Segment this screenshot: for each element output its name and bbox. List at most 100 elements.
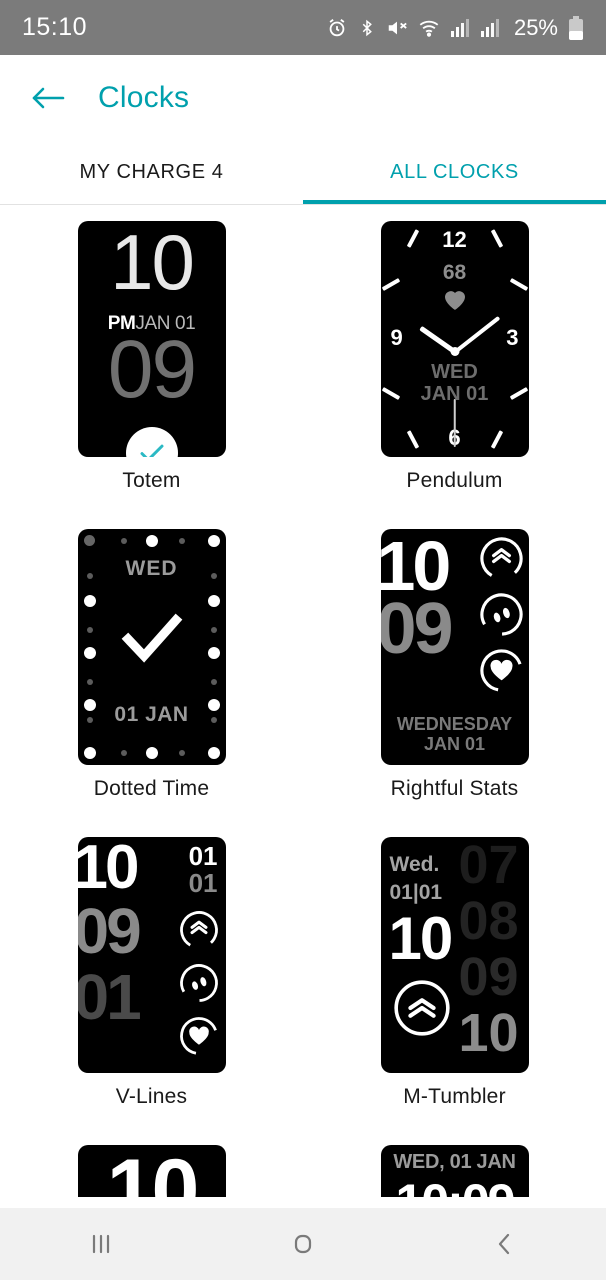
dotted-dot bbox=[83, 647, 96, 659]
dotted-dot bbox=[207, 647, 220, 659]
recent-apps-button[interactable] bbox=[0, 1229, 202, 1259]
dotted-dot bbox=[86, 679, 93, 685]
signal-icon-1 bbox=[450, 18, 470, 38]
clock-label-v-lines: V-Lines bbox=[115, 1085, 188, 1108]
clock-item-pendulum[interactable]: 12 3 6 9 68 WED JAN 01 bbox=[303, 221, 606, 529]
selected-check-badge bbox=[125, 427, 178, 457]
steps-ring-icon bbox=[178, 962, 220, 1009]
dotted-dot bbox=[120, 538, 127, 544]
clock-item-partial-left[interactable]: 10 bbox=[0, 1145, 303, 1197]
vlines-stat-rings bbox=[178, 909, 220, 1062]
android-navigation-bar bbox=[0, 1208, 606, 1280]
rightful-minute: 09 bbox=[380, 589, 454, 669]
pendulum-date-text: JAN 01 bbox=[420, 383, 489, 406]
rightful-date: WEDNESDAY JAN 01 bbox=[381, 714, 529, 755]
vlines-month: 01 bbox=[188, 868, 218, 899]
dotted-dot bbox=[86, 627, 93, 633]
pendulum-numeral-12: 12 bbox=[442, 227, 467, 252]
clock-item-partial-right[interactable]: WED, 01 JAN 10:09 bbox=[303, 1145, 606, 1197]
dotted-dot bbox=[83, 747, 96, 759]
clock-item-v-lines[interactable]: 10 09 01 01 01 V-Lines bbox=[0, 837, 303, 1145]
dotted-dot bbox=[178, 750, 185, 756]
back-button-nav[interactable] bbox=[404, 1229, 606, 1259]
dotted-dot bbox=[210, 679, 217, 685]
clock-item-m-tumbler[interactable]: 07 08 09 10 Wed. 01|01 10 M-Tumbler bbox=[303, 837, 606, 1145]
tab-my-charge-4[interactable]: MY CHARGE 4 bbox=[0, 140, 303, 204]
clock-label-dotted-time: Dotted Time bbox=[93, 777, 210, 800]
home-button[interactable] bbox=[202, 1229, 404, 1259]
status-bar-icons: 25% bbox=[326, 15, 584, 41]
rightful-stat-rings bbox=[478, 535, 525, 699]
dotted-dot bbox=[120, 750, 127, 756]
vlines-second: 01 bbox=[77, 961, 142, 1033]
alarm-icon bbox=[326, 17, 348, 39]
partial-right-time: 10:09 bbox=[381, 1173, 529, 1197]
clock-grid: 10 PMJAN 01 09 Totem 12 3 6 9 bbox=[0, 205, 606, 1197]
clock-label-rightful-stats: Rightful Stats bbox=[390, 777, 519, 800]
pendulum-center-pin bbox=[450, 347, 459, 356]
vlines-day: 01 bbox=[188, 841, 218, 871]
bluetooth-icon bbox=[358, 17, 376, 39]
back-button[interactable] bbox=[24, 74, 72, 122]
clock-preview-dotted-time[interactable]: WED 01 JAN bbox=[77, 529, 226, 765]
pendulum-minute-hand bbox=[453, 315, 500, 354]
wifi-icon bbox=[418, 17, 440, 39]
partial-left-hour: 10 bbox=[106, 1145, 200, 1197]
clock-item-totem[interactable]: 10 PMJAN 01 09 Totem bbox=[0, 221, 303, 529]
pendulum-numeral-9: 9 bbox=[390, 325, 403, 350]
pendulum-numeral-3: 3 bbox=[506, 325, 519, 350]
tab-bar: MY CHARGE 4 ALL CLOCKS bbox=[0, 140, 606, 205]
dotted-dot bbox=[145, 535, 158, 547]
check-icon bbox=[120, 613, 184, 670]
back-arrow-icon bbox=[32, 87, 65, 108]
clock-preview-totem[interactable]: 10 PMJAN 01 09 bbox=[77, 221, 226, 457]
signal-icon-2 bbox=[480, 18, 500, 38]
rightful-day-of-week: WEDNESDAY bbox=[396, 713, 513, 734]
app-bar: Clocks bbox=[0, 55, 606, 140]
clock-label-totem: Totem bbox=[122, 469, 181, 492]
mtumbler-day-of-week: Wed. bbox=[389, 853, 440, 876]
dotted-day-of-week: WED bbox=[125, 557, 178, 580]
pendulum-heart-rate: 68 bbox=[442, 261, 467, 284]
tab-all-clocks[interactable]: ALL CLOCKS bbox=[303, 140, 606, 204]
clock-grid-scroll-area[interactable]: 10 PMJAN 01 09 Totem 12 3 6 9 bbox=[0, 205, 606, 1197]
mtumbler-hour: 10 bbox=[388, 905, 454, 972]
dotted-dot bbox=[207, 595, 220, 607]
vlines-hour: 10 bbox=[77, 837, 140, 902]
tab-active-indicator bbox=[303, 200, 606, 204]
clock-preview-partial-right[interactable]: WED, 01 JAN 10:09 bbox=[380, 1145, 529, 1197]
clock-item-rightful-stats[interactable]: 10 09 WEDNESDAY JAN 01 Rightful Stats bbox=[303, 529, 606, 837]
clock-item-dotted-time[interactable]: WED 01 JAN Dotted Time bbox=[0, 529, 303, 837]
stairs-ring-icon bbox=[391, 977, 453, 1044]
battery-icon bbox=[568, 15, 584, 40]
vlines-minute: 09 bbox=[77, 895, 142, 967]
clock-preview-v-lines[interactable]: 10 09 01 01 01 bbox=[77, 837, 226, 1073]
dotted-dot bbox=[178, 538, 185, 544]
clock-label-pendulum: Pendulum bbox=[406, 469, 503, 492]
back-icon bbox=[498, 1233, 510, 1255]
steps-ring-icon bbox=[478, 591, 525, 643]
clock-preview-rightful-stats[interactable]: 10 09 WEDNESDAY JAN 01 bbox=[380, 529, 529, 765]
pendulum-date: WED JAN 01 bbox=[381, 361, 529, 406]
dotted-dot bbox=[207, 535, 220, 547]
clock-preview-m-tumbler[interactable]: 07 08 09 10 Wed. 01|01 10 bbox=[380, 837, 529, 1073]
page-title: Clocks bbox=[98, 80, 190, 114]
mute-icon bbox=[386, 17, 408, 39]
clock-preview-pendulum[interactable]: 12 3 6 9 68 WED JAN 01 bbox=[380, 221, 529, 457]
mtumbler-col-2: 08 bbox=[458, 891, 519, 952]
dotted-dot bbox=[207, 747, 220, 759]
vlines-date: 01 01 bbox=[188, 841, 218, 899]
dotted-dot bbox=[83, 535, 95, 546]
mtumbler-date: 01|01 bbox=[389, 881, 443, 904]
clock-label-m-tumbler: M-Tumbler bbox=[403, 1085, 506, 1108]
mtumbler-col-4: 10 bbox=[458, 1003, 519, 1064]
heart-ring-icon bbox=[478, 647, 525, 699]
heart-ring-icon bbox=[178, 1015, 220, 1062]
dotted-date: 01 JAN bbox=[114, 703, 189, 726]
home-icon bbox=[294, 1234, 312, 1254]
status-bar: 15:10 25% bbox=[0, 0, 606, 55]
recent-apps-icon bbox=[92, 1234, 110, 1254]
totem-hour: 10 bbox=[110, 221, 195, 306]
check-icon bbox=[140, 444, 163, 457]
clock-preview-partial-left[interactable]: 10 bbox=[77, 1145, 226, 1197]
